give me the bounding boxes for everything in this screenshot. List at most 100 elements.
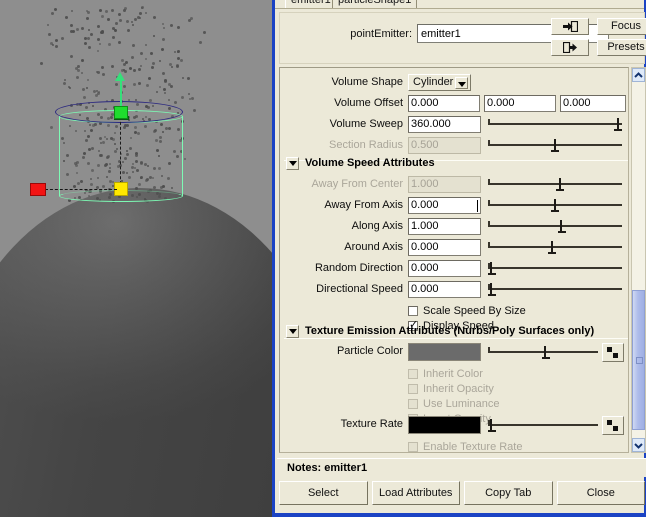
chevron-down-icon <box>634 442 643 449</box>
volume-shape-label: Volume Shape <box>331 76 403 88</box>
volume-offset-z-input[interactable]: 0.000 <box>560 95 626 112</box>
row-texture-rate: Texture Rate <box>280 416 628 436</box>
tab-bar: emitter1 particleShape1 <box>275 0 644 9</box>
along-axis-input[interactable]: 1.000 <box>408 218 481 235</box>
section-radius-slider[interactable] <box>488 137 622 154</box>
volume-offset-label: Volume Offset <box>334 97 403 109</box>
scale-speed-by-size-label: Scale Speed By Size <box>423 305 526 317</box>
directional-speed-label: Directional Speed <box>316 283 403 295</box>
row-volume-offset: Volume Offset 0.000 0.000 0.000 <box>280 95 628 114</box>
group-header-volume-speed[interactable]: Volume Speed Attributes <box>286 156 435 170</box>
row-directional-speed: Directional Speed 0.000 <box>280 281 628 300</box>
row-section-radius: Section Radius 0.500 <box>280 137 628 156</box>
volume-sweep-label: Volume Sweep <box>329 118 403 130</box>
around-axis-label: Around Axis <box>344 241 403 253</box>
use-luminance-label: Use Luminance <box>423 398 500 410</box>
attribute-scroll-body: Volume Shape Cylinder Volume Offset 0.00… <box>279 67 629 453</box>
directional-speed-input[interactable]: 0.000 <box>408 281 481 298</box>
collapse-arrow-icon[interactable] <box>286 324 299 338</box>
scrollbar-grip-icon <box>636 357 643 364</box>
constraint-line <box>45 189 117 190</box>
row-away-from-axis: Away From Axis 0.000 <box>280 197 628 216</box>
along-axis-slider[interactable] <box>488 218 622 235</box>
row-particle-color: Particle Color <box>280 343 628 363</box>
directional-speed-slider[interactable] <box>488 281 622 298</box>
particle-color-label: Particle Color <box>336 345 403 357</box>
arrow-into-box-icon <box>562 21 578 32</box>
away-from-center-slider[interactable] <box>488 176 622 193</box>
checkbox-box-icon[interactable] <box>408 306 418 316</box>
scroll-up-button[interactable] <box>632 68 645 82</box>
enable-texture-rate-label: Enable Texture Rate <box>423 441 523 453</box>
row-around-axis: Around Axis 0.000 <box>280 239 628 258</box>
volume-offset-x-input[interactable]: 0.000 <box>408 95 480 112</box>
around-axis-slider[interactable] <box>488 239 622 256</box>
select-button[interactable]: Select <box>279 481 368 505</box>
away-from-axis-slider[interactable] <box>488 197 622 214</box>
focus-button[interactable]: Focus <box>597 18 646 35</box>
checkbox-inherit-opacity: Inherit Opacity <box>408 382 494 396</box>
attribute-editor-panel: emitter1 particleShape1 pointEmitter: em… <box>272 0 646 517</box>
collapse-arrow-icon[interactable] <box>286 156 299 170</box>
volume-offset-y-input[interactable]: 0.000 <box>484 95 556 112</box>
node-name-row: pointEmitter: Focus Presets <box>279 12 646 64</box>
away-from-axis-label: Away From Axis <box>324 199 403 211</box>
particle-color-map-button[interactable] <box>602 343 624 362</box>
section-radius-input: 0.500 <box>408 137 481 154</box>
chevron-up-icon <box>634 71 643 78</box>
scroll-down-button[interactable] <box>632 438 645 452</box>
load-attributes-in-button[interactable] <box>551 18 589 35</box>
random-direction-label: Random Direction <box>314 262 403 274</box>
texture-rate-label: Texture Rate <box>340 418 403 430</box>
row-along-axis: Along Axis 1.000 <box>280 218 628 237</box>
tab-underline <box>275 8 644 9</box>
texture-emission-title: Texture Emission Attributes (Nurbs/Poly … <box>305 325 595 337</box>
row-volume-shape: Volume Shape Cylinder <box>280 74 628 93</box>
volume-sweep-slider[interactable] <box>488 116 622 133</box>
row-volume-sweep: Volume Sweep 360.000 <box>280 116 628 135</box>
manipulator-handle-red[interactable] <box>30 183 46 196</box>
footer-button-bar: Select Load Attributes Copy Tab Close <box>279 481 645 507</box>
checkbox-inherit-color: Inherit Color <box>408 367 483 381</box>
volume-shape-dropdown[interactable]: Cylinder <box>408 74 471 91</box>
load-attributes-button[interactable]: Load Attributes <box>371 481 460 505</box>
around-axis-input[interactable]: 0.000 <box>408 239 481 256</box>
scrollbar-thumb[interactable] <box>632 290 645 430</box>
map-checker-icon <box>607 346 618 358</box>
particle-color-slider[interactable] <box>488 344 598 361</box>
row-away-from-center: Away From Center 1.000 <box>280 176 628 195</box>
texture-rate-swatch[interactable] <box>408 416 481 434</box>
particle-color-swatch[interactable] <box>408 343 481 361</box>
volume-shape-value: Cylinder <box>413 76 454 88</box>
maya-3d-viewport[interactable] <box>0 0 272 517</box>
along-axis-label: Along Axis <box>351 220 403 232</box>
close-button[interactable]: Close <box>556 481 645 505</box>
texture-rate-slider[interactable] <box>488 417 598 434</box>
chevron-down-icon[interactable] <box>455 77 468 89</box>
volume-sweep-input[interactable]: 360.000 <box>408 116 481 133</box>
group-header-texture-emission[interactable]: Texture Emission Attributes (Nurbs/Poly … <box>286 324 594 338</box>
checkbox-box-icon <box>408 399 418 409</box>
map-checker-icon <box>607 419 618 431</box>
random-direction-input[interactable]: 0.000 <box>408 260 481 277</box>
point-emitter-label: pointEmitter: <box>350 28 412 40</box>
checkbox-scale-speed-by-size[interactable]: Scale Speed By Size <box>408 304 526 318</box>
copy-attributes-out-button[interactable] <box>551 39 589 56</box>
random-direction-slider[interactable] <box>488 260 622 277</box>
attribute-scrollbar[interactable] <box>631 67 646 453</box>
axis-arrow-head-icon <box>115 72 125 81</box>
manipulator-handle-green[interactable] <box>114 106 128 119</box>
checkbox-box-icon <box>408 442 418 452</box>
checkbox-box-icon <box>408 384 418 394</box>
presets-button[interactable]: Presets <box>597 39 646 56</box>
arrow-out-of-box-icon <box>562 42 577 53</box>
divider-2 <box>284 338 628 339</box>
volume-speed-title: Volume Speed Attributes <box>305 157 435 169</box>
notes-label: Notes: emitter1 <box>277 458 646 477</box>
inherit-opacity-label: Inherit Opacity <box>423 383 494 395</box>
checkbox-box-icon <box>408 369 418 379</box>
away-from-axis-input[interactable]: 0.000 <box>408 197 481 214</box>
texture-rate-map-button[interactable] <box>602 416 624 435</box>
checkbox-use-luminance: Use Luminance <box>408 397 499 411</box>
copy-tab-button[interactable]: Copy Tab <box>464 481 553 505</box>
